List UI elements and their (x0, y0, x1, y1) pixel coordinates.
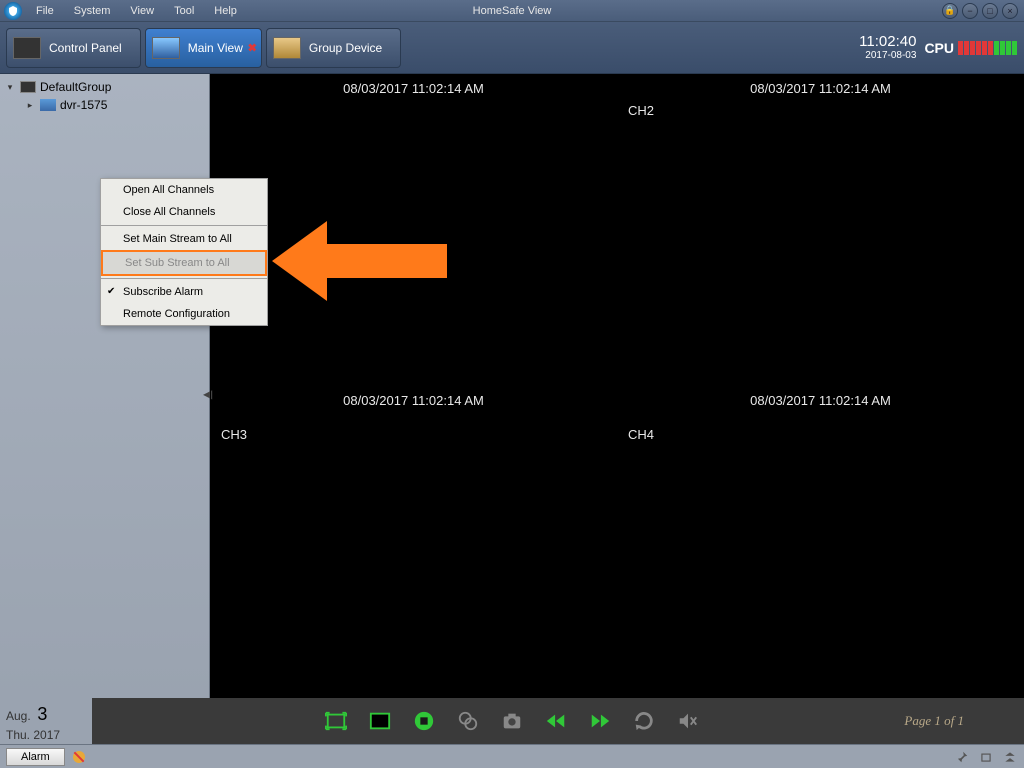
window-title: HomeSafe View (473, 5, 552, 17)
menu-file[interactable]: File (26, 5, 64, 17)
date-box: Aug. 3 Thu. 2017 (0, 698, 92, 744)
mute-icon[interactable] (675, 708, 701, 734)
clock-time: 11:02:40 (859, 34, 916, 51)
cpu-label: CPU (924, 40, 954, 56)
collapse-icon[interactable]: ▾ (4, 82, 16, 93)
tab-label: Group Device (309, 41, 382, 55)
tab-main-view[interactable]: Main View ✖ (145, 28, 262, 68)
tab-control-panel[interactable]: Control Panel (6, 28, 141, 68)
tab-label: Control Panel (49, 41, 122, 55)
tab-label: Main View (188, 41, 243, 55)
cell-timestamp: 08/03/2017 11:02:14 AM (343, 393, 484, 408)
title-bar: File System View Tool Help HomeSafe View… (0, 0, 1024, 22)
cell-channel: CH4 (628, 427, 654, 442)
fullscreen-icon[interactable] (323, 708, 349, 734)
menu-help[interactable]: Help (204, 5, 247, 17)
tree-group-label: DefaultGroup (40, 80, 111, 94)
ctx-open-all-channels[interactable]: Open All Channels (101, 179, 267, 201)
ctx-subscribe-alarm[interactable]: Subscribe Alarm (101, 281, 267, 303)
cell-timestamp: 08/03/2017 11:02:14 AM (343, 81, 484, 96)
alarm-clear-icon[interactable] (71, 749, 87, 765)
video-cell-3[interactable]: 08/03/2017 11:02:14 AM CH3 (210, 386, 617, 698)
layout-icon[interactable] (367, 708, 393, 734)
refresh-icon[interactable] (631, 708, 657, 734)
lock-icon[interactable]: 🔒 (942, 3, 958, 19)
video-cell-2[interactable]: 08/03/2017 11:02:14 AM CH2 (617, 74, 1024, 386)
tree-device-label: dvr-1575 (60, 98, 107, 112)
ctx-separator (101, 278, 267, 279)
date-year: 2017 (33, 728, 60, 742)
device-tree-panel: ▾ DefaultGroup ▸ dvr-1575 (0, 74, 210, 698)
snapshot-icon[interactable] (499, 708, 525, 734)
playback-toolbar: Aug. 3 Thu. 2017 Page 1 of 1 (0, 698, 1024, 744)
group-icon (20, 81, 36, 93)
cpu-meter (958, 41, 1018, 55)
window-controls: 🔒 − □ × (940, 3, 1024, 19)
date-weekday: Thu. (6, 728, 30, 742)
close-icon[interactable]: × (1002, 3, 1018, 19)
monitor-icon (152, 37, 180, 59)
annotation-arrow (272, 216, 452, 311)
tab-close-icon[interactable]: ✖ (248, 41, 257, 54)
record-icon[interactable] (455, 708, 481, 734)
cell-timestamp: 08/03/2017 11:02:14 AM (750, 393, 891, 408)
app-logo-icon (4, 2, 22, 20)
tab-group-device[interactable]: Group Device (266, 28, 401, 68)
chevron-up-icon[interactable] (1002, 749, 1018, 765)
fast-forward-icon[interactable] (587, 708, 613, 734)
menu-tool[interactable]: Tool (164, 5, 204, 17)
expand-icon[interactable]: ▸ (24, 100, 36, 111)
clock-date: 2017-08-03 (859, 50, 916, 61)
folder-icon (273, 37, 301, 59)
ctx-set-main-stream[interactable]: Set Main Stream to All (101, 228, 267, 250)
video-cell-4[interactable]: 08/03/2017 11:02:14 AM CH4 (617, 386, 1024, 698)
maximize-icon[interactable]: □ (982, 3, 998, 19)
ctx-remote-configuration[interactable]: Remote Configuration (101, 303, 267, 325)
page-info: Page 1 of 1 (904, 713, 964, 729)
context-menu: Open All Channels Close All Channels Set… (100, 178, 268, 326)
alarm-button[interactable]: Alarm (6, 748, 65, 766)
ctx-set-sub-stream[interactable]: Set Sub Stream to All (101, 250, 267, 276)
status-bar: Alarm (0, 744, 1024, 768)
ctx-separator (101, 225, 267, 226)
tab-bar: Control Panel Main View ✖ Group Device 1… (0, 22, 1024, 74)
tree-device-row[interactable]: ▸ dvr-1575 (0, 96, 209, 114)
menu-bar: File System View Tool Help (26, 5, 247, 17)
date-day: 3 (37, 704, 47, 724)
date-month: Aug. (6, 709, 31, 723)
video-grid: 08/03/2017 11:02:14 AM 08/03/2017 11:02:… (210, 74, 1024, 698)
control-panel-icon (13, 37, 41, 59)
menu-system[interactable]: System (64, 5, 121, 17)
stop-icon[interactable] (411, 708, 437, 734)
menu-view[interactable]: View (120, 5, 164, 17)
pin-icon[interactable] (954, 749, 970, 765)
minimize-icon[interactable]: − (962, 3, 978, 19)
cell-channel: CH3 (221, 427, 247, 442)
tree-group-row[interactable]: ▾ DefaultGroup (0, 78, 209, 96)
rewind-icon[interactable] (543, 708, 569, 734)
cell-channel: CH2 (628, 103, 654, 118)
header-status: 11:02:40 2017-08-03 CPU (859, 34, 1018, 62)
cell-timestamp: 08/03/2017 11:02:14 AM (750, 81, 891, 96)
restore-icon[interactable] (978, 749, 994, 765)
ctx-close-all-channels[interactable]: Close All Channels (101, 201, 267, 223)
workspace: ▾ DefaultGroup ▸ dvr-1575 ◀ 08/03/2017 1… (0, 74, 1024, 698)
dvr-icon (40, 99, 56, 111)
